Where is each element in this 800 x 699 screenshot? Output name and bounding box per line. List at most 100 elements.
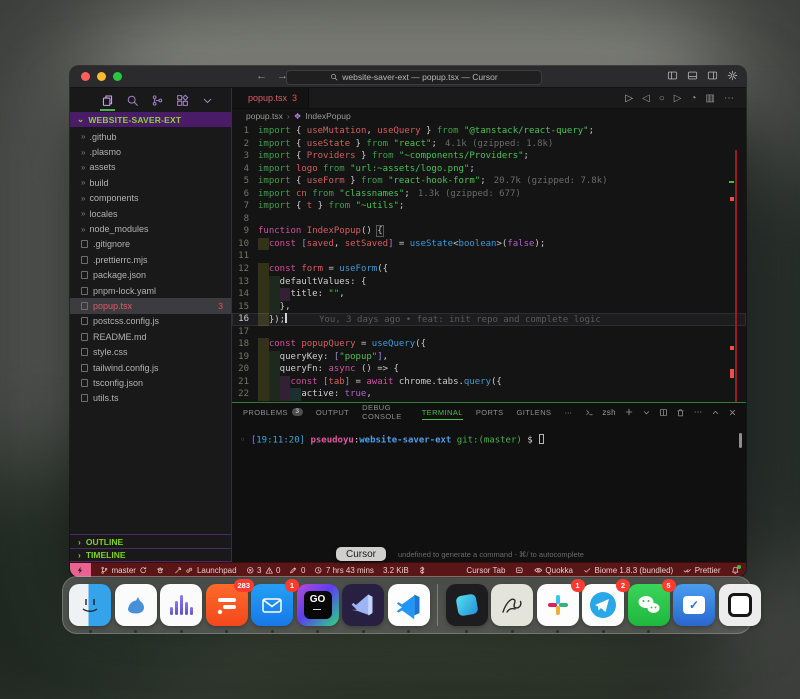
code-line-11[interactable]: 11 xyxy=(232,250,746,263)
git-branch[interactable]: master xyxy=(100,566,147,575)
code-line-6[interactable]: 6import cn from "classnames";1.3k (gzipp… xyxy=(232,188,746,201)
tree-item-tailwind.config.js[interactable]: tailwind.config.js xyxy=(70,360,231,375)
code-line-2[interactable]: 2import { useState } from "react";4.1k (… xyxy=(232,138,746,151)
maximize-panel-button[interactable] xyxy=(711,408,720,417)
tree-item-README.md[interactable]: README.md xyxy=(70,329,231,344)
panel-tab-problems[interactable]: PROBLEMS3 xyxy=(243,408,303,417)
cursor-tab[interactable]: Cursor Tab xyxy=(466,566,505,575)
extensions-icon[interactable] xyxy=(176,94,189,107)
problems-summary[interactable]: 30 xyxy=(246,566,281,575)
cursor-app-icon[interactable] xyxy=(342,584,384,626)
code-line-19[interactable]: 19queryKey: ["popup"], xyxy=(232,351,746,364)
code-line-4[interactable]: 4import logo from "url:~assets/logo.png"… xyxy=(232,163,746,176)
zoom-window-button[interactable] xyxy=(113,72,122,81)
code-line-7[interactable]: 7import { t } from "~utils"; xyxy=(232,200,746,213)
edits-counter[interactable]: 0 xyxy=(289,566,305,575)
prettier[interactable]: Prettier xyxy=(683,566,720,575)
tree-item-utils.ts[interactable]: utils.ts xyxy=(70,391,231,406)
sidebar-section-outline[interactable]: ›OUTLINE xyxy=(70,534,231,548)
code-line-16[interactable]: 16});You, 3 days ago • feat: init repo a… xyxy=(232,313,746,326)
code-line-5[interactable]: 5import { useForm } from "react-hook-for… xyxy=(232,175,746,188)
sidebar-section-timeline[interactable]: ›TIMELINE xyxy=(70,548,231,562)
editor-action-icon-2[interactable]: ◁ xyxy=(642,93,650,104)
code-line-20[interactable]: 20queryFn: async () => { xyxy=(232,363,746,376)
dark-card-app-icon[interactable] xyxy=(446,584,488,626)
tree-item-.github[interactable]: ».github xyxy=(70,129,231,144)
tree-item-node_modules[interactable]: »node_modules xyxy=(70,221,231,236)
tree-item-components[interactable]: »components xyxy=(70,191,231,206)
tree-item-tsconfig.json[interactable]: tsconfig.json xyxy=(70,375,231,390)
explorer-root-header[interactable]: ⌄ WEBSITE-SAVER-EXT xyxy=(70,112,231,127)
titlebar[interactable]: ← → website-saver-ext — popup.tsx — Curs… xyxy=(70,66,746,88)
kill-terminal-button[interactable] xyxy=(676,408,685,417)
code-line-14[interactable]: 14title: "", xyxy=(232,288,746,301)
code-line-12[interactable]: 12const form = useForm({ xyxy=(232,263,746,276)
code-line-13[interactable]: 13defaultValues: { xyxy=(232,276,746,289)
data-usage[interactable]: 3.2 KiB xyxy=(383,566,409,575)
tab-popup-tsx[interactable]: popup.tsx 3 xyxy=(232,88,309,108)
tree-item-style.css[interactable]: style.css xyxy=(70,344,231,359)
tree-item-.gitignore[interactable]: .gitignore xyxy=(70,237,231,252)
remote-indicator[interactable] xyxy=(70,563,91,577)
search-icon[interactable] xyxy=(126,94,139,107)
code-line-10[interactable]: 10const [saved, setSaved] = useState<boo… xyxy=(232,238,746,251)
notifications-bell[interactable] xyxy=(731,566,740,575)
editor-action-icon-6[interactable]: ▥ xyxy=(706,93,715,104)
panel-bottom-icon[interactable] xyxy=(687,70,698,81)
history-back-button[interactable]: ← xyxy=(256,70,267,82)
code-line-22[interactable]: 22active: true, xyxy=(232,388,746,401)
code-line-15[interactable]: 15}, xyxy=(232,301,746,314)
code-line-3[interactable]: 3import { Providers } from "~components/… xyxy=(232,150,746,163)
new-terminal-button[interactable] xyxy=(624,407,634,417)
panel-tab-⋯[interactable]: ⋯ xyxy=(564,408,572,417)
explorer-icon[interactable] xyxy=(101,94,114,107)
vscode-icon[interactable] xyxy=(388,584,430,626)
tree-item-postcss.config.js[interactable]: postcss.config.js xyxy=(70,314,231,329)
terminal-dropdown-button[interactable] xyxy=(642,408,651,417)
wechat-icon[interactable]: 5 xyxy=(628,584,670,626)
fox-app-icon[interactable] xyxy=(115,584,157,626)
panel-tab-terminal[interactable]: TERMINAL xyxy=(422,408,463,417)
biome[interactable]: Biome 1.8.3 (bundled) xyxy=(583,566,673,575)
code-line-18[interactable]: 18const popupQuery = useQuery({ xyxy=(232,338,746,351)
tree-item-popup.tsx[interactable]: popup.tsx3 xyxy=(70,298,231,313)
code-line-21[interactable]: 21const [tab] = await chrome.tabs.query(… xyxy=(232,376,746,389)
split-terminal-button[interactable] xyxy=(659,408,668,417)
code-line-1[interactable]: 1import { useMutation, useQuery } from "… xyxy=(232,125,746,138)
terminal[interactable]: ◦ [19:11:20] pseudoyu:website-saver-ext … xyxy=(232,421,746,562)
traffic-lights[interactable] xyxy=(81,72,122,81)
panel-left-icon[interactable] xyxy=(667,70,678,81)
tree-item-pnpm-lock.yaml[interactable]: pnpm-lock.yaml xyxy=(70,283,231,298)
tree-item-package.json[interactable]: package.json xyxy=(70,268,231,283)
cursor-tab-icon[interactable] xyxy=(515,566,524,575)
finder-icon[interactable] xyxy=(69,584,111,626)
things-icon[interactable]: ✓ xyxy=(673,584,715,626)
time-tracker[interactable]: 7 hrs 43 mins xyxy=(314,566,374,575)
panel-tab-debug-console[interactable]: DEBUG CONSOLE xyxy=(362,403,409,421)
terminal-scrollbar[interactable] xyxy=(739,433,742,448)
code-line-8[interactable]: 8 xyxy=(232,213,746,226)
shell-label[interactable]: zsh xyxy=(602,408,616,417)
tree-item-assets[interactable]: »assets xyxy=(70,160,231,175)
audio-app-icon[interactable] xyxy=(160,584,202,626)
minimize-window-button[interactable] xyxy=(97,72,106,81)
editor-action-icon-7[interactable]: ⋯ xyxy=(724,93,734,104)
goland-icon[interactable]: GO— xyxy=(297,584,339,626)
close-panel-button[interactable] xyxy=(728,408,737,417)
plasmo-icon[interactable] xyxy=(156,566,165,575)
close-window-button[interactable] xyxy=(81,72,90,81)
panel-right-icon[interactable] xyxy=(707,70,718,81)
notes-app-icon[interactable] xyxy=(719,584,761,626)
tree-item-locales[interactable]: »locales xyxy=(70,206,231,221)
editor-action-icon-5[interactable]: ◔ xyxy=(691,93,697,104)
tree-item-build[interactable]: »build xyxy=(70,175,231,190)
code-line-9[interactable]: 9function IndexPopup() { xyxy=(232,225,746,238)
source-control-icon[interactable] xyxy=(151,94,164,107)
editor-action-icon-1[interactable]: ▷ xyxy=(625,93,633,104)
tree-item-.prettierrc.mjs[interactable]: .prettierrc.mjs xyxy=(70,252,231,267)
quokka[interactable]: Quokka xyxy=(534,566,573,575)
panel-tab-ports[interactable]: PORTS xyxy=(476,408,504,417)
sketch-app-icon[interactable] xyxy=(491,584,533,626)
code-line-17[interactable]: 17 xyxy=(232,326,746,339)
panel-tab-gitlens[interactable]: GITLENS xyxy=(517,408,552,417)
